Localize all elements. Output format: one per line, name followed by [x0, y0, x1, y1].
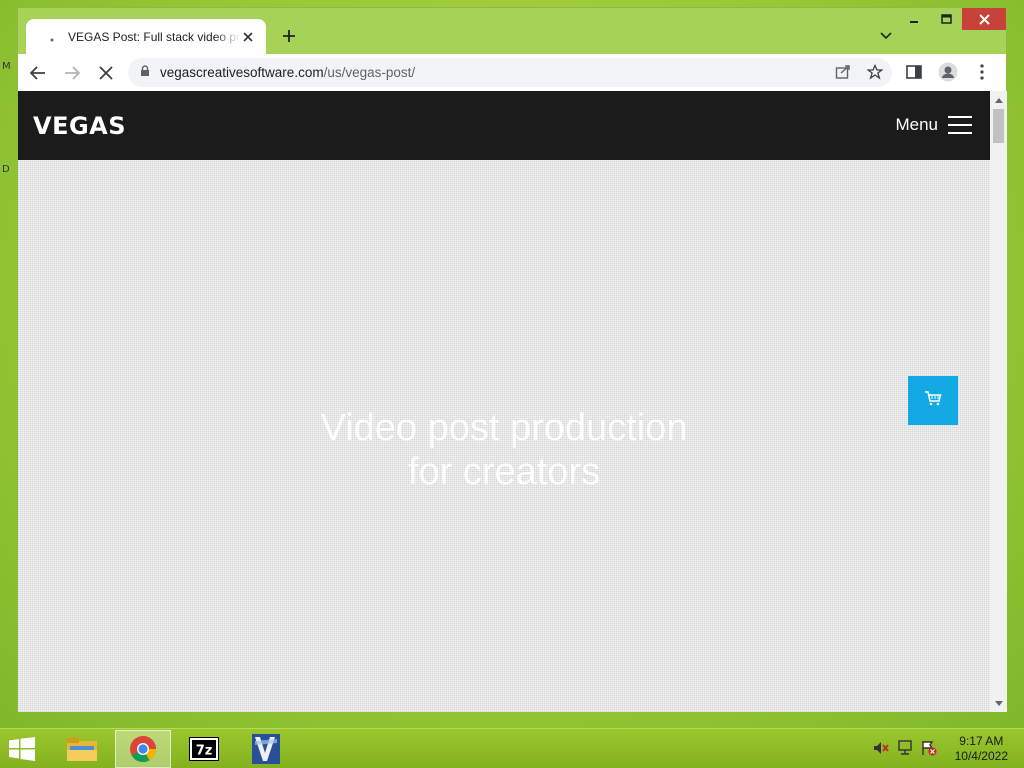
scroll-down-arrow-icon[interactable]: [990, 696, 1007, 710]
hero-line: for creators: [407, 451, 601, 493]
page-viewport: VEGAS Menu Video post production for cre…: [18, 91, 990, 712]
vegas-logo[interactable]: VEGAS: [33, 112, 126, 140]
page-scrollbar[interactable]: [990, 91, 1007, 712]
tab-strip: VEGAS Post: Full stack video production: [18, 8, 1006, 54]
url-path: /us/vegas-post/: [323, 65, 416, 80]
scroll-thumb[interactable]: [993, 109, 1004, 143]
shopping-cart-icon: [924, 390, 942, 411]
taskbar: 7z 9:17 AM 10/4/2022: [0, 728, 1024, 768]
vegas-taskbar-icon[interactable]: [238, 730, 294, 768]
minimize-icon[interactable]: [898, 8, 930, 30]
loading-icon: [44, 29, 60, 45]
hero-line: Video post production: [320, 407, 688, 449]
network-icon[interactable]: [896, 739, 914, 757]
chrome-taskbar-icon[interactable]: [115, 730, 171, 768]
back-arrow-icon[interactable]: [24, 59, 52, 87]
bookmark-star-icon[interactable]: [864, 61, 886, 83]
clock-time: 9:17 AM: [959, 734, 1004, 748]
url-domain: vegascreativesoftware.com: [160, 65, 324, 80]
forward-arrow-icon[interactable]: [58, 59, 86, 87]
more-options-icon[interactable]: [968, 58, 996, 86]
speaker-muted-icon[interactable]: [872, 739, 890, 757]
close-icon[interactable]: [962, 8, 1006, 30]
svg-text:7z: 7z: [196, 744, 213, 759]
hero-headline: Video post production for creators: [18, 406, 990, 494]
new-tab-button[interactable]: [278, 25, 300, 47]
menu-button[interactable]: Menu: [895, 115, 972, 135]
side-panel-icon[interactable]: [900, 58, 928, 86]
browser-tab[interactable]: VEGAS Post: Full stack video production: [26, 19, 266, 54]
tab-title: VEGAS Post: Full stack video production: [68, 29, 240, 44]
menu-label: Menu: [895, 115, 938, 134]
file-explorer-taskbar-icon[interactable]: [54, 730, 110, 768]
tab-search-chevron-icon[interactable]: [876, 26, 896, 46]
hamburger-icon: [948, 116, 972, 134]
desktop-icon-label[interactable]: M: [2, 61, 11, 72]
window-controls: [898, 8, 1006, 30]
windows-start-icon[interactable]: [8, 737, 38, 761]
tab-close-icon[interactable]: [240, 29, 256, 45]
action-center-flag-icon[interactable]: [920, 739, 938, 757]
system-tray: [872, 739, 938, 757]
maximize-icon[interactable]: [930, 8, 962, 30]
system-clock[interactable]: 9:17 AM 10/4/2022: [955, 734, 1008, 764]
site-header: VEGAS Menu: [18, 91, 990, 160]
desktop-icon-label[interactable]: D: [2, 164, 10, 175]
browser-window: VEGAS Post: Full stack video production: [17, 7, 1007, 712]
clock-date: 10/4/2022: [954, 749, 1008, 763]
share-icon[interactable]: [832, 61, 854, 83]
stop-loading-icon[interactable]: [92, 59, 120, 87]
profile-avatar-icon[interactable]: [934, 58, 962, 86]
7zip-taskbar-icon[interactable]: 7z: [176, 730, 232, 768]
address-bar[interactable]: vegascreativesoftware.com/us/vegas-post/: [128, 58, 892, 87]
lock-icon[interactable]: [140, 64, 150, 82]
cart-button[interactable]: [908, 376, 958, 425]
browser-toolbar: vegascreativesoftware.com/us/vegas-post/: [18, 54, 1006, 91]
url-text: vegascreativesoftware.com/us/vegas-post/: [160, 65, 415, 80]
scroll-up-arrow-icon[interactable]: [990, 93, 1007, 107]
